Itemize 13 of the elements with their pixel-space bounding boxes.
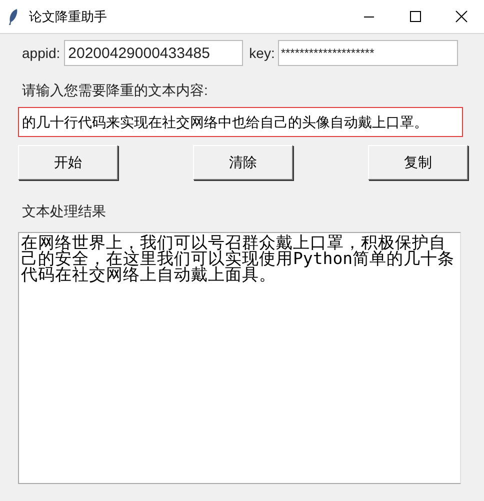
appid-label: appid: — [22, 44, 60, 63]
appid-field[interactable]: 20200429000433485 — [64, 40, 244, 66]
result-text-area[interactable]: 在网络世界上，我们可以号召群众戴上口罩，积极保护自己的安全，在这里我们可以实现使用Python简单的几十条代码在社交网络上自动戴上面具。 — [18, 232, 461, 484]
action-button[interactable]: 开始 — [18, 145, 118, 180]
input-label: 请输入您需要降重的文本内容: — [22, 81, 209, 100]
action-button[interactable]: 复制 — [368, 145, 468, 180]
action-button[interactable]: 清除 — [193, 145, 293, 180]
key-field[interactable]: ******************** — [278, 40, 458, 66]
key-label: key: — [249, 44, 275, 63]
feather-icon — [7, 8, 19, 26]
text-input-field[interactable]: 的几十行代码来实现在社交网络中也给自己的头像自动戴上口罩。 — [18, 107, 463, 137]
window-title: 论文降重助手 — [29, 8, 107, 26]
result-label: 文本处理结果 — [22, 202, 107, 221]
